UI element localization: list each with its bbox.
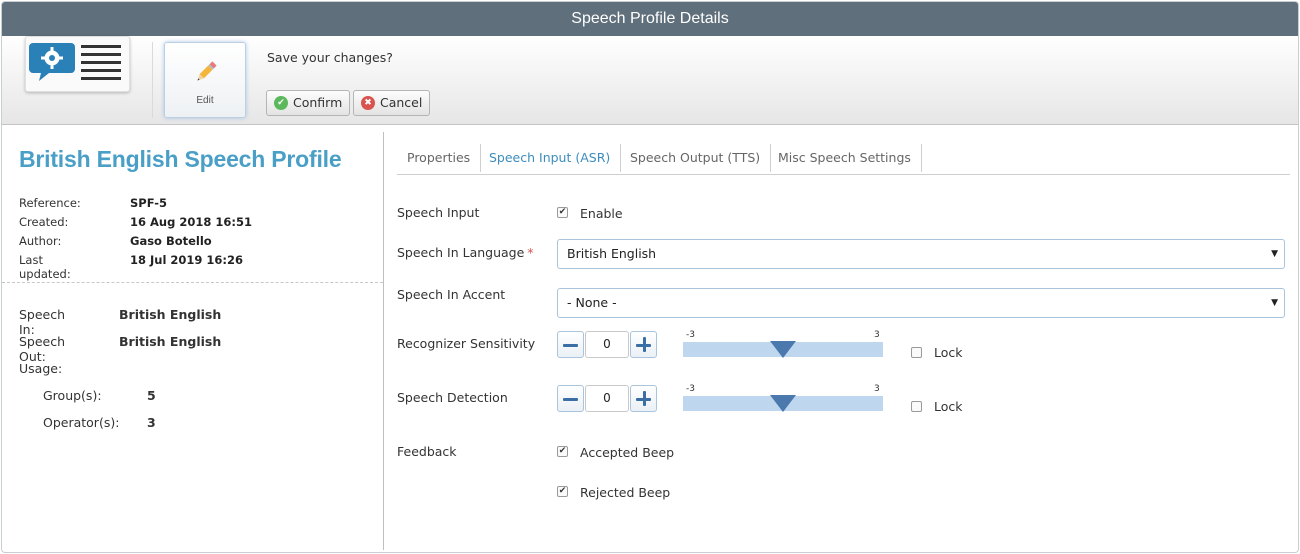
speech-input-label: Speech Input xyxy=(397,205,480,220)
sensitivity-value-input[interactable]: 0 xyxy=(585,331,629,358)
sensitivity-lock-checkbox[interactable] xyxy=(911,347,922,358)
minus-icon xyxy=(563,343,578,347)
tab-bar: Properties Speech Input (ASR) Speech Out… xyxy=(397,144,1290,175)
operators-value: 3 xyxy=(147,415,156,430)
pencil-icon xyxy=(193,59,219,88)
tab-misc-speech-settings[interactable]: Misc Speech Settings xyxy=(768,144,922,172)
meta-key: Reference: xyxy=(19,196,81,210)
edit-button[interactable]: Edit xyxy=(164,42,246,118)
speech-settings-icon xyxy=(25,36,130,92)
confirm-label: Confirm xyxy=(293,95,343,110)
close-icon: ✖ xyxy=(361,96,375,110)
tab-speech-input[interactable]: Speech Input (ASR) xyxy=(479,144,622,172)
meta-key: Last updated: xyxy=(19,253,71,281)
accepted-beep-label: Accepted Beep xyxy=(580,445,675,460)
meta-value: SPF-5 xyxy=(130,196,167,210)
sensitivity-min-label: -3 xyxy=(686,330,695,340)
confirm-button[interactable]: ✔ Confirm xyxy=(266,90,350,116)
operators-label: Operator(s): xyxy=(43,415,120,430)
speech-profile-window: Speech Profile Details Edit Save your ch… xyxy=(1,1,1299,553)
detection-lock-checkbox[interactable] xyxy=(911,401,922,412)
sensitivity-decrement-button[interactable] xyxy=(557,331,584,358)
detection-value-input[interactable]: 0 xyxy=(585,385,629,412)
language-label-text: Speech In Language xyxy=(397,245,525,260)
speech-input-checkbox[interactable]: ✔ xyxy=(557,207,568,218)
speech-detection-label: Speech Detection xyxy=(397,390,508,405)
plus-icon-vertical xyxy=(642,337,646,352)
meta-value: 16 Aug 2018 16:51 xyxy=(130,215,252,229)
speech-in-language-label: Speech In Language * xyxy=(397,245,534,260)
speech-input-enable-label: Enable xyxy=(580,206,623,221)
accent-select-value: - None - xyxy=(567,295,617,310)
sensitivity-lock-label: Lock xyxy=(934,345,963,360)
speech-out-label: Speech Out: xyxy=(19,334,66,364)
speech-in-language-select[interactable]: British English ▼ xyxy=(557,239,1285,269)
minus-icon xyxy=(563,397,578,401)
profile-summary-panel: British English Speech Profile Reference… xyxy=(2,126,383,552)
plus-icon-vertical xyxy=(642,391,646,406)
tab-properties[interactable]: Properties xyxy=(397,144,482,172)
detection-increment-button[interactable] xyxy=(630,385,657,412)
meta-value: 18 Jul 2019 16:26 xyxy=(130,253,244,267)
rejected-beep-label: Rejected Beep xyxy=(580,485,671,500)
sensitivity-max-label: 3 xyxy=(874,330,880,340)
panel-divider xyxy=(383,132,384,550)
chevron-down-icon: ▼ xyxy=(1271,249,1278,259)
detection-min-label: -3 xyxy=(686,384,695,394)
cancel-button[interactable]: ✖ Cancel xyxy=(353,90,430,116)
groups-value: 5 xyxy=(147,388,156,403)
speech-out-value: British English xyxy=(119,334,222,349)
window-title: Speech Profile Details xyxy=(2,2,1298,36)
page-title: British English Speech Profile xyxy=(19,146,342,172)
rejected-beep-checkbox[interactable]: ✔ xyxy=(557,486,568,497)
groups-label: Group(s): xyxy=(43,388,102,403)
detection-lock-label: Lock xyxy=(934,399,963,414)
accepted-beep-checkbox[interactable]: ✔ xyxy=(557,446,568,457)
sensitivity-increment-button[interactable] xyxy=(630,331,657,358)
check-icon: ✔ xyxy=(274,96,288,110)
sensitivity-slider-thumb[interactable] xyxy=(770,341,796,358)
tab-speech-output[interactable]: Speech Output (TTS) xyxy=(620,144,772,172)
required-marker: * xyxy=(527,245,534,260)
save-prompt: Save your changes? xyxy=(267,50,393,65)
speech-in-accent-select[interactable]: - None - ▼ xyxy=(557,288,1285,318)
detection-slider-thumb[interactable] xyxy=(770,395,796,412)
edit-label: Edit xyxy=(196,95,214,106)
speech-in-label: Speech In: xyxy=(19,307,66,337)
usage-label: Usage: xyxy=(19,361,63,376)
dashed-divider xyxy=(2,282,383,283)
cancel-label: Cancel xyxy=(380,95,423,110)
toolbar: Edit Save your changes? ✔ Confirm ✖ Canc… xyxy=(2,36,1298,125)
meta-value: Gaso Botello xyxy=(130,234,212,248)
toolbar-divider xyxy=(152,42,153,118)
feedback-label: Feedback xyxy=(397,444,457,459)
meta-key: Created: xyxy=(19,215,69,229)
chevron-down-icon: ▼ xyxy=(1271,298,1278,308)
language-select-value: British English xyxy=(567,246,657,261)
detection-decrement-button[interactable] xyxy=(557,385,584,412)
recognizer-sensitivity-label: Recognizer Sensitivity xyxy=(397,336,536,351)
speech-in-accent-label: Speech In Accent xyxy=(397,287,506,302)
meta-key: Author: xyxy=(19,234,62,248)
detection-max-label: 3 xyxy=(874,384,880,394)
speech-in-value: British English xyxy=(119,307,222,322)
